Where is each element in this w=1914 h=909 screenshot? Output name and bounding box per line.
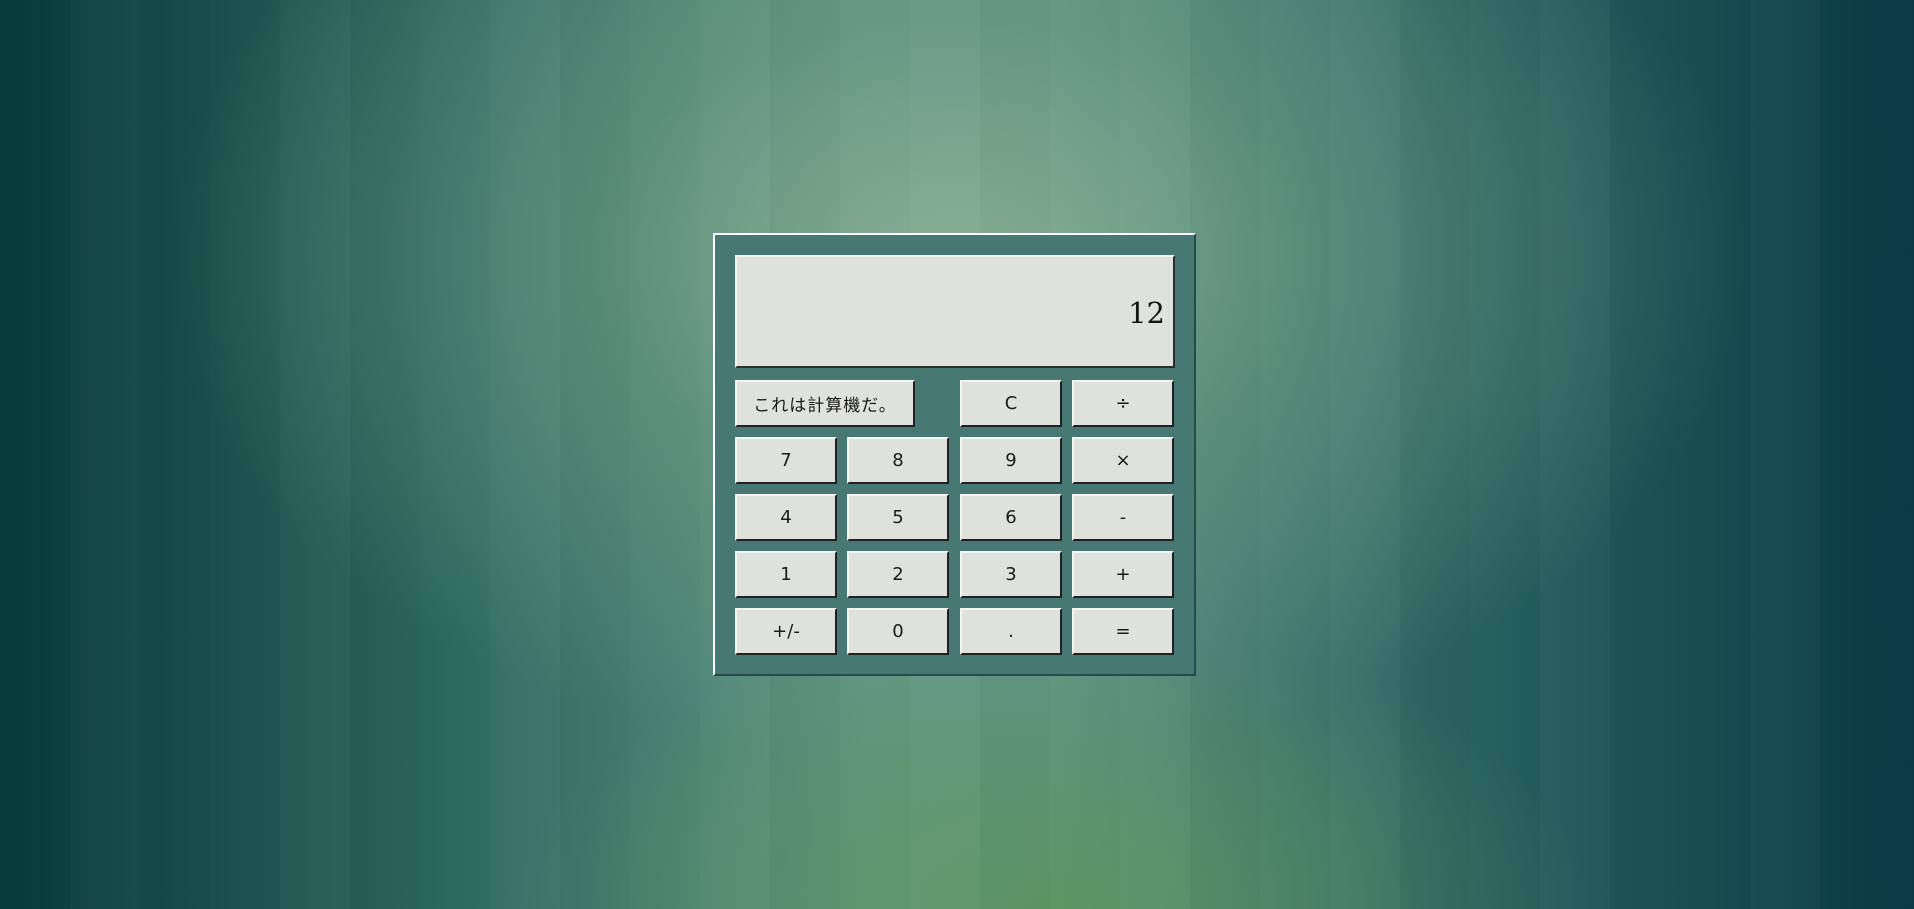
calculator-display: 12 — [735, 255, 1175, 368]
digit-0-button[interactable]: 0 — [847, 608, 949, 655]
digit-6-button[interactable]: 6 — [960, 494, 1062, 541]
digit-4-button[interactable]: 4 — [735, 494, 837, 541]
calculator-window: 12 これは計算機だ。 C ÷ 7 8 9 × 4 5 6 - 1 2 3 + … — [713, 233, 1196, 676]
multiply-button[interactable]: × — [1072, 437, 1174, 484]
digit-1-button[interactable]: 1 — [735, 551, 837, 598]
digit-9-button[interactable]: 9 — [960, 437, 1062, 484]
equals-button[interactable]: = — [1072, 608, 1174, 655]
divide-button[interactable]: ÷ — [1072, 380, 1174, 427]
subtract-button[interactable]: - — [1072, 494, 1174, 541]
add-button[interactable]: + — [1072, 551, 1174, 598]
digit-8-button[interactable]: 8 — [847, 437, 949, 484]
digit-5-button[interactable]: 5 — [847, 494, 949, 541]
about-button[interactable]: これは計算機だ。 — [735, 380, 915, 427]
display-value: 12 — [1128, 296, 1165, 330]
digit-2-button[interactable]: 2 — [847, 551, 949, 598]
negate-button[interactable]: +/- — [735, 608, 837, 655]
clear-button[interactable]: C — [960, 380, 1062, 427]
decimal-button[interactable]: . — [960, 608, 1062, 655]
digit-3-button[interactable]: 3 — [960, 551, 1062, 598]
digit-7-button[interactable]: 7 — [735, 437, 837, 484]
